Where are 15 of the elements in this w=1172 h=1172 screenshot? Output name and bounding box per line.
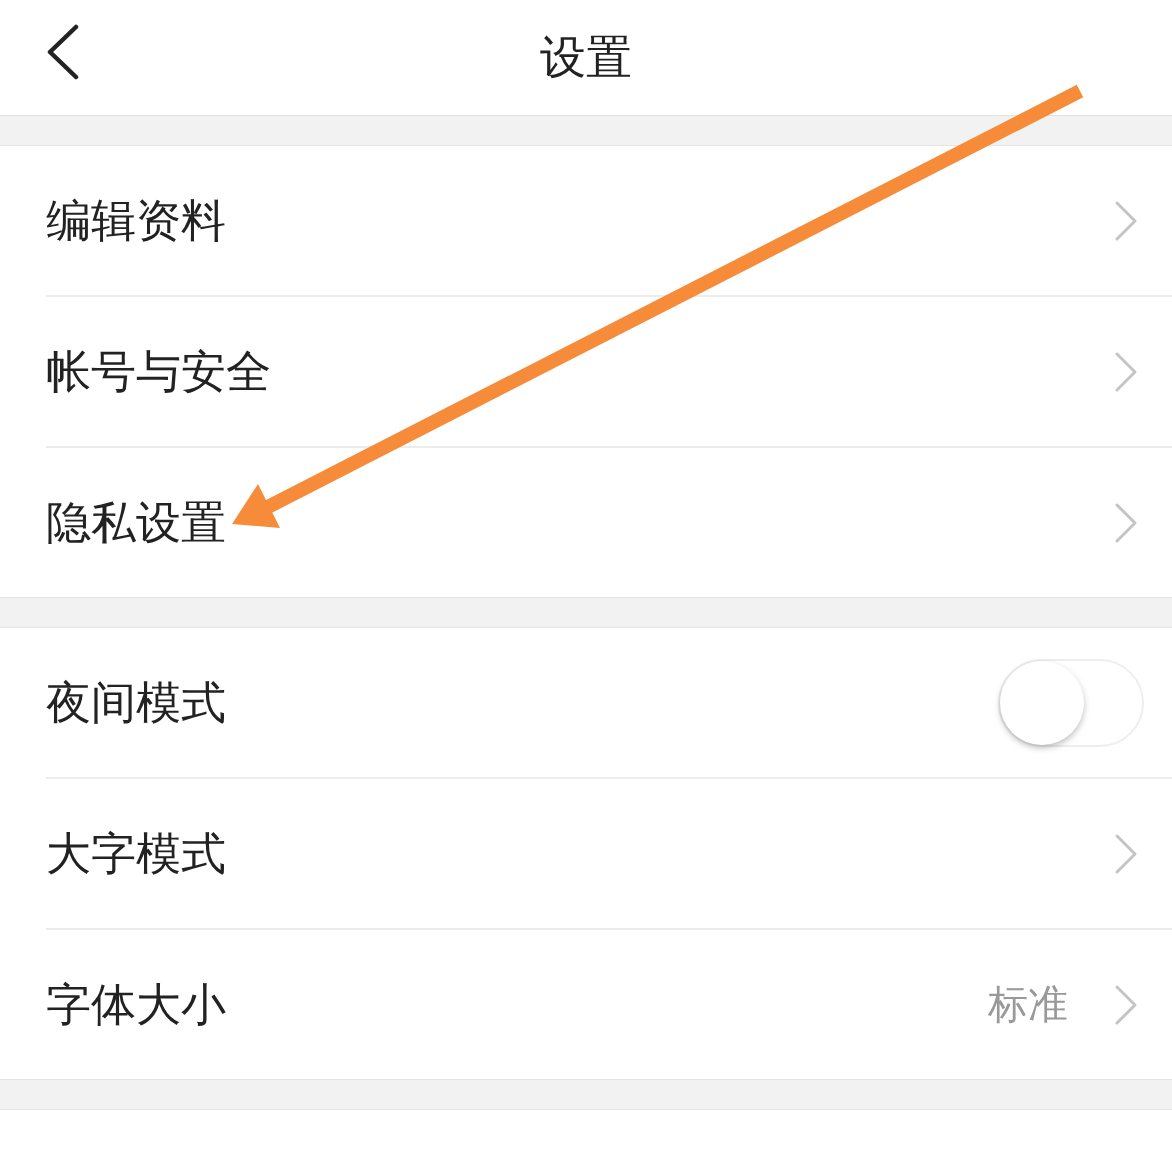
chevron-right-icon[interactable] [1114,501,1138,544]
toggle-switch[interactable] [998,658,1144,747]
setting-value: 标准 [988,980,1068,1029]
back-icon[interactable] [46,24,80,80]
setting-label[interactable]: 帐号与安全 [46,341,1114,402]
setting-label[interactable]: 字体大小 [46,974,988,1035]
chevron-right-icon[interactable] [1114,350,1138,393]
setting-label[interactable]: 编辑资料 [46,190,1114,251]
chevron-right-icon[interactable] [1114,832,1138,875]
page-title: 设置 [540,28,632,86]
setting-label[interactable]: 夜间模式 [46,672,998,733]
setting-label[interactable]: 隐私设置 [46,492,1114,553]
chevron-right-icon[interactable] [1114,199,1138,242]
chevron-right-icon[interactable] [1114,983,1138,1026]
setting-label[interactable]: 大字模式 [46,823,1114,884]
